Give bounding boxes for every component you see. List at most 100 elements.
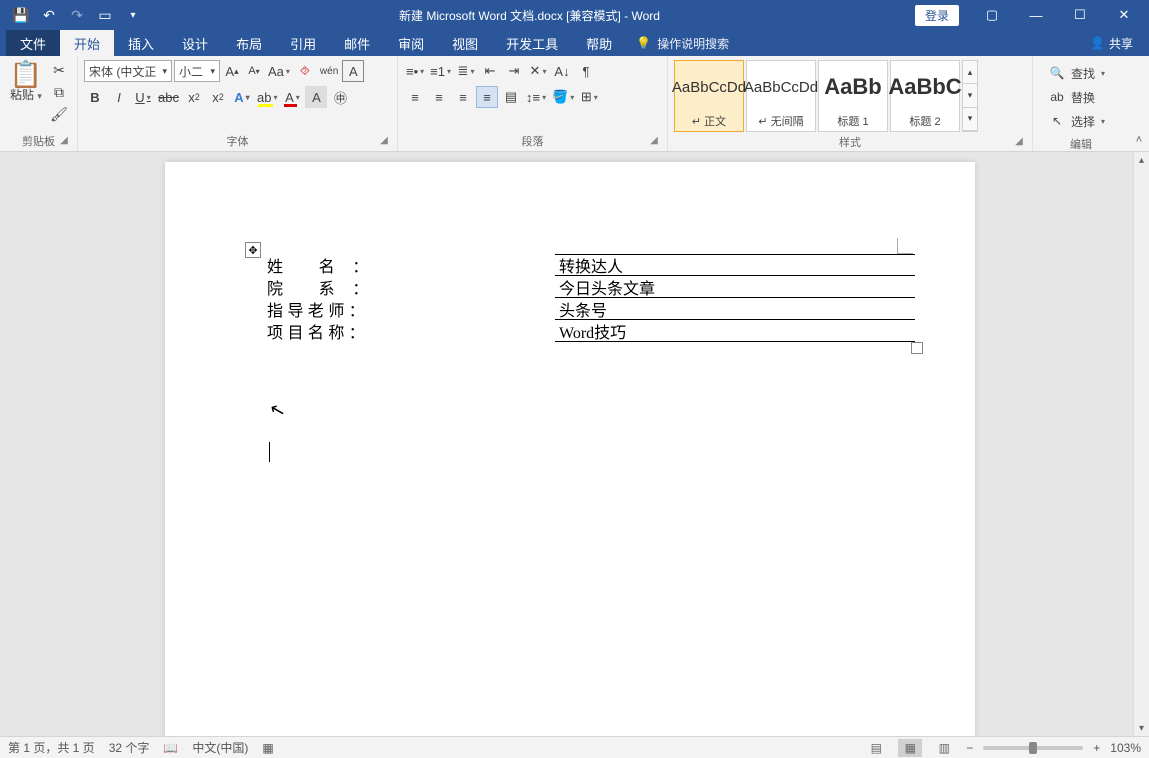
zoom-in-icon[interactable]: + <box>1093 741 1100 755</box>
shading-button[interactable]: 🪣▾ <box>550 86 576 108</box>
italic-button[interactable]: I <box>108 86 130 108</box>
style-heading2[interactable]: AaBbC标题 2 <box>890 60 960 132</box>
line-spacing-button[interactable]: ↕≡▾ <box>524 86 548 108</box>
zoom-thumb[interactable] <box>1029 742 1037 754</box>
decrease-font-button[interactable]: A▾ <box>244 60 264 82</box>
macro-icon[interactable]: ▦ <box>262 741 273 755</box>
align-center-icon[interactable]: ≡ <box>428 86 450 108</box>
font-color-button[interactable]: A▾ <box>281 86 303 108</box>
font-launcher-icon[interactable]: ◢ <box>377 135 391 149</box>
style-scroll-up-icon[interactable]: ▴ <box>963 61 977 84</box>
copy-icon[interactable]: ⧉ <box>48 82 70 102</box>
sort-icon[interactable]: A↓ <box>551 60 573 82</box>
increase-font-button[interactable]: A▴ <box>222 60 242 82</box>
collapse-ribbon-icon[interactable]: ˄ <box>1129 56 1149 151</box>
undo-icon[interactable]: ↶ <box>38 4 60 26</box>
style-heading1[interactable]: AaBb标题 1 <box>818 60 888 132</box>
tab-layout[interactable]: 布局 <box>222 30 276 56</box>
word-count[interactable]: 32 个字 <box>109 739 150 756</box>
format-painter-icon[interactable]: 🖌 <box>48 104 70 124</box>
value-dept[interactable]: 今日头条文章 <box>555 276 915 298</box>
tab-file[interactable]: 文件 <box>6 30 60 56</box>
clear-format-icon[interactable]: ⯑ <box>294 60 316 82</box>
multilevel-button[interactable]: ≣▾ <box>455 60 477 82</box>
tab-help[interactable]: 帮助 <box>572 30 626 56</box>
subscript-button[interactable]: x2 <box>183 86 205 108</box>
language-status[interactable]: 中文(中国) <box>192 739 248 756</box>
borders-button[interactable]: ⊞▾ <box>578 86 600 108</box>
paragraph-launcher-icon[interactable]: ◢ <box>647 135 661 149</box>
page-content[interactable]: ✥ 姓 名 ： 院 系 ： 指 导 老 师 ： 项 目 名 称 ： 转换达人 今… <box>265 254 915 462</box>
login-button[interactable]: 登录 <box>915 5 959 26</box>
cut-icon[interactable]: ✂ <box>48 60 70 80</box>
qat-customize-icon[interactable]: ▾ <box>122 4 144 26</box>
replace-button[interactable]: ab替换 <box>1045 86 1109 108</box>
ribbon-options-icon[interactable]: ▢ <box>971 0 1013 30</box>
table-resize-handle-icon[interactable] <box>911 342 923 354</box>
show-marks-icon[interactable]: ¶ <box>575 60 597 82</box>
find-button[interactable]: 🔍查找▾ <box>1045 62 1109 84</box>
justify-icon[interactable]: ≡ <box>476 86 498 108</box>
doc-table[interactable]: ✥ 姓 名 ： 院 系 ： 指 导 老 师 ： 项 目 名 称 ： 转换达人 今… <box>265 254 915 342</box>
underline-button[interactable]: U▾ <box>132 86 154 108</box>
font-size-select[interactable]: 小二▾ <box>174 60 220 82</box>
enclose-char-icon[interactable]: ㊥ <box>329 86 351 108</box>
style-scroll-down-icon[interactable]: ▾ <box>963 84 977 107</box>
char-border-icon[interactable]: A <box>342 60 364 82</box>
tab-design[interactable]: 设计 <box>168 30 222 56</box>
value-advisor[interactable]: 头条号 <box>555 298 915 320</box>
zoom-level[interactable]: 103% <box>1110 741 1141 755</box>
styles-launcher-icon[interactable]: ◢ <box>1012 136 1026 150</box>
read-mode-icon[interactable]: ▤ <box>864 739 888 757</box>
select-button[interactable]: ↖选择▾ <box>1045 110 1109 132</box>
share-button[interactable]: 👤 共享 <box>1090 30 1133 56</box>
tab-developer[interactable]: 开发工具 <box>492 30 572 56</box>
style-normal[interactable]: AaBbCcDd↵ 正文 <box>674 60 744 132</box>
decrease-indent-icon[interactable]: ⇤ <box>479 60 501 82</box>
close-icon[interactable]: ✕ <box>1103 0 1145 30</box>
tab-review[interactable]: 审阅 <box>384 30 438 56</box>
label-project[interactable]: 项 目 名 称 ： <box>265 320 425 342</box>
touch-mode-icon[interactable]: ▭ <box>94 4 116 26</box>
distribute-icon[interactable]: ▤ <box>500 86 522 108</box>
page[interactable]: ✥ 姓 名 ： 院 系 ： 指 导 老 师 ： 项 目 名 称 ： 转换达人 今… <box>165 162 975 736</box>
label-advisor[interactable]: 指 导 老 师 ： <box>265 298 425 320</box>
bold-button[interactable]: B <box>84 86 106 108</box>
style-expand-icon[interactable]: ▾ <box>963 108 977 131</box>
change-case-button[interactable]: Aa▾ <box>266 60 292 82</box>
value-project[interactable]: Word技巧 <box>555 320 915 342</box>
table-move-handle-icon[interactable]: ✥ <box>245 242 261 258</box>
redo-icon[interactable]: ↷ <box>66 4 88 26</box>
spellcheck-icon[interactable]: 📖 <box>163 741 178 755</box>
save-icon[interactable]: 💾 <box>10 4 32 26</box>
text-effects-button[interactable]: A▾ <box>231 86 253 108</box>
label-dept[interactable]: 院 系 ： <box>265 276 425 298</box>
char-shading-icon[interactable]: A <box>305 86 327 108</box>
scroll-down-icon[interactable]: ▾ <box>1134 720 1149 736</box>
highlight-button[interactable]: ab▾ <box>255 86 279 108</box>
style-nospace[interactable]: AaBbCcDd↵ 无间隔 <box>746 60 816 132</box>
zoom-slider[interactable] <box>983 746 1083 750</box>
zoom-out-icon[interactable]: − <box>966 741 973 755</box>
scroll-track[interactable] <box>1134 168 1149 720</box>
label-name[interactable]: 姓 名 ： <box>265 254 425 276</box>
align-right-icon[interactable]: ≡ <box>452 86 474 108</box>
print-layout-icon[interactable]: ▦ <box>898 739 922 757</box>
font-name-select[interactable]: 宋体 (中文正▾ <box>84 60 172 82</box>
asian-layout-icon[interactable]: ✕▾ <box>527 60 549 82</box>
tab-references[interactable]: 引用 <box>276 30 330 56</box>
tab-view[interactable]: 视图 <box>438 30 492 56</box>
bullets-button[interactable]: ≡•▾ <box>404 60 426 82</box>
clipboard-launcher-icon[interactable]: ◢ <box>57 135 71 149</box>
maximize-icon[interactable]: ☐ <box>1059 0 1101 30</box>
minimize-icon[interactable]: — <box>1015 0 1057 30</box>
tell-me-search[interactable]: 💡 操作说明搜索 <box>636 30 729 56</box>
align-left-icon[interactable]: ≡ <box>404 86 426 108</box>
strikethrough-button[interactable]: abc <box>156 86 181 108</box>
tab-home[interactable]: 开始 <box>60 30 114 56</box>
scroll-up-icon[interactable]: ▴ <box>1134 152 1149 168</box>
web-layout-icon[interactable]: ▥ <box>932 739 956 757</box>
increase-indent-icon[interactable]: ⇥ <box>503 60 525 82</box>
phonetic-guide-icon[interactable]: wén <box>318 60 340 82</box>
value-name[interactable]: 转换达人 <box>555 254 915 276</box>
